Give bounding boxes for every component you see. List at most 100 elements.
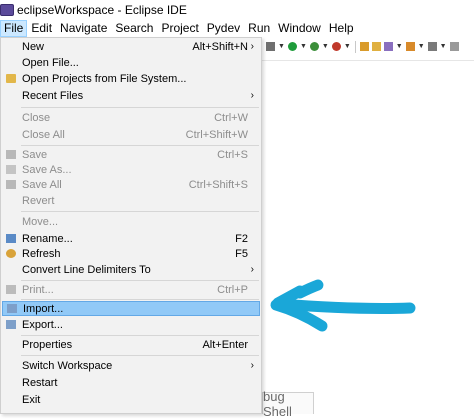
- save-as-icon: [6, 165, 16, 174]
- toolbar-gear-icon[interactable]: [266, 42, 275, 51]
- menu-item-move[interactable]: Move...: [2, 214, 260, 229]
- menu-item-shortcut: Ctrl+S: [217, 148, 248, 161]
- menu-item-label: Rename...: [22, 232, 73, 245]
- menu-item-shortcut: F5: [235, 247, 248, 260]
- submenu-arrow-icon: ›: [250, 360, 254, 371]
- menu-item-export[interactable]: Export...: [2, 317, 260, 332]
- menu-item-label: Refresh: [22, 247, 61, 260]
- menu-separator: [21, 145, 259, 146]
- menu-item-shortcut: Ctrl+Shift+W: [185, 128, 248, 141]
- search-tool-icon[interactable]: [383, 42, 393, 51]
- open-type-icon[interactable]: [359, 42, 369, 51]
- menu-item-revert[interactable]: Revert: [2, 193, 260, 208]
- menu-bar: File Edit Navigate Search Project Pydev …: [0, 20, 474, 37]
- menu-separator: [21, 280, 259, 281]
- menu-item-close-all[interactable]: Close All Ctrl+Shift+W: [2, 127, 260, 142]
- menu-item-label: Close: [22, 111, 51, 124]
- print-icon: [6, 285, 16, 294]
- eclipse-icon: [0, 4, 14, 16]
- submenu-arrow-icon: ›: [250, 90, 254, 101]
- file-menu: New Alt+Shift+N › Open File... Open Proj…: [0, 37, 262, 414]
- menu-item-restart[interactable]: Restart: [2, 375, 260, 390]
- pin-dropdown-icon[interactable]: ▼: [418, 42, 425, 51]
- menu-item-label: Save All: [22, 178, 62, 191]
- menu-item-open-projects[interactable]: Open Projects from File System...: [2, 71, 260, 86]
- open-folder-icon[interactable]: [371, 42, 381, 51]
- menu-search[interactable]: Search: [111, 20, 157, 37]
- menu-item-label: Move...: [22, 215, 59, 228]
- menu-item-shortcut: Ctrl+W: [214, 111, 248, 124]
- menu-separator: [21, 335, 259, 336]
- menu-item-switch-workspace[interactable]: Switch Workspace ›: [2, 358, 260, 373]
- menu-separator: [21, 211, 259, 212]
- menu-item-label: Save: [22, 148, 48, 161]
- run-icon[interactable]: [287, 42, 297, 51]
- menu-navigate[interactable]: Navigate: [56, 20, 111, 37]
- save-all-icon: [6, 180, 16, 189]
- menu-project[interactable]: Project: [157, 20, 202, 37]
- menu-item-label: Save As...: [22, 163, 72, 176]
- search-dropdown-icon[interactable]: ▼: [396, 42, 403, 51]
- navigate-dropdown-icon[interactable]: ▼: [440, 42, 447, 51]
- coverage-icon[interactable]: [309, 42, 319, 51]
- window-title: eclipseWorkspace - Eclipse IDE: [17, 3, 187, 17]
- menu-item-convert-line-delimiters[interactable]: Convert Line Delimiters To ›: [2, 262, 260, 277]
- menu-item-label: Switch Workspace: [22, 359, 113, 372]
- menu-item-shortcut: Alt+Enter: [202, 338, 248, 351]
- external-tools-icon[interactable]: [331, 42, 341, 51]
- menu-item-label: Close All: [22, 128, 65, 141]
- menu-item-save-all[interactable]: Save All Ctrl+Shift+S: [2, 177, 260, 192]
- menu-item-save[interactable]: Save Ctrl+S: [2, 147, 260, 162]
- menu-item-recent-files[interactable]: Recent Files ›: [2, 88, 260, 103]
- menu-item-properties[interactable]: Properties Alt+Enter: [2, 337, 260, 352]
- main-toolbar: ▼ ▼ ▼ ▼ ▼ ▼ ▼: [262, 38, 474, 55]
- menu-item-shortcut: Ctrl+P: [217, 283, 248, 296]
- menu-item-label: Exit: [22, 393, 41, 406]
- menu-item-shortcut: Ctrl+Shift+S: [188, 178, 248, 191]
- editor-area: [262, 60, 474, 393]
- menu-item-label: Recent Files: [22, 89, 84, 102]
- menu-item-label: Open Projects from File System...: [22, 72, 187, 85]
- menu-item-new[interactable]: New Alt+Shift+N ›: [2, 39, 260, 54]
- menu-help[interactable]: Help: [325, 20, 358, 37]
- menu-pydev[interactable]: Pydev: [203, 20, 244, 37]
- toolbar-separator: [354, 40, 356, 53]
- menu-item-label: Import...: [23, 302, 64, 315]
- menu-item-close[interactable]: Close Ctrl+W: [2, 110, 260, 125]
- menu-run[interactable]: Run: [244, 20, 274, 37]
- menu-item-label: Export...: [22, 318, 63, 331]
- menu-item-label: Restart: [22, 376, 58, 389]
- coverage-dropdown-icon[interactable]: ▼: [322, 42, 329, 51]
- menu-item-label: Print...: [22, 283, 54, 296]
- menu-window[interactable]: Window: [274, 20, 325, 37]
- toolbar-dropdown-icon[interactable]: ▼: [278, 42, 285, 51]
- menu-edit[interactable]: Edit: [27, 20, 56, 37]
- menu-separator: [21, 107, 259, 108]
- pin-icon[interactable]: [405, 42, 415, 51]
- navigate-back-icon[interactable]: [427, 42, 437, 51]
- external-tools-dropdown-icon[interactable]: ▼: [344, 42, 351, 51]
- menu-item-exit[interactable]: Exit: [2, 392, 260, 407]
- menu-item-print[interactable]: Print... Ctrl+P: [2, 282, 260, 297]
- menu-item-shortcut: Alt+Shift+N: [192, 40, 248, 53]
- menu-separator: [21, 355, 259, 356]
- menu-item-label: Open File...: [22, 56, 79, 69]
- menu-item-refresh[interactable]: Refresh F5: [2, 246, 260, 261]
- run-dropdown-icon[interactable]: ▼: [300, 42, 307, 51]
- navigate-forward-icon[interactable]: [449, 42, 459, 51]
- menu-item-import[interactable]: Import...: [2, 301, 260, 316]
- debug-shell-label: bug Shell: [263, 388, 292, 419]
- menu-item-open-file[interactable]: Open File...: [2, 55, 260, 70]
- title-bar: eclipseWorkspace - Eclipse IDE: [0, 0, 474, 20]
- menu-item-save-as[interactable]: Save As...: [2, 162, 260, 177]
- import-icon: [7, 304, 17, 313]
- submenu-arrow-icon: ›: [250, 41, 254, 52]
- menu-file[interactable]: File: [0, 20, 28, 37]
- debug-shell-tab[interactable]: bug Shell: [262, 389, 314, 419]
- refresh-icon: [6, 249, 16, 258]
- folder-icon: [6, 74, 16, 83]
- save-icon: [6, 150, 16, 159]
- menu-item-label: Properties: [22, 338, 73, 351]
- menu-item-label: Revert: [22, 194, 55, 207]
- menu-item-rename[interactable]: Rename... F2: [2, 231, 260, 246]
